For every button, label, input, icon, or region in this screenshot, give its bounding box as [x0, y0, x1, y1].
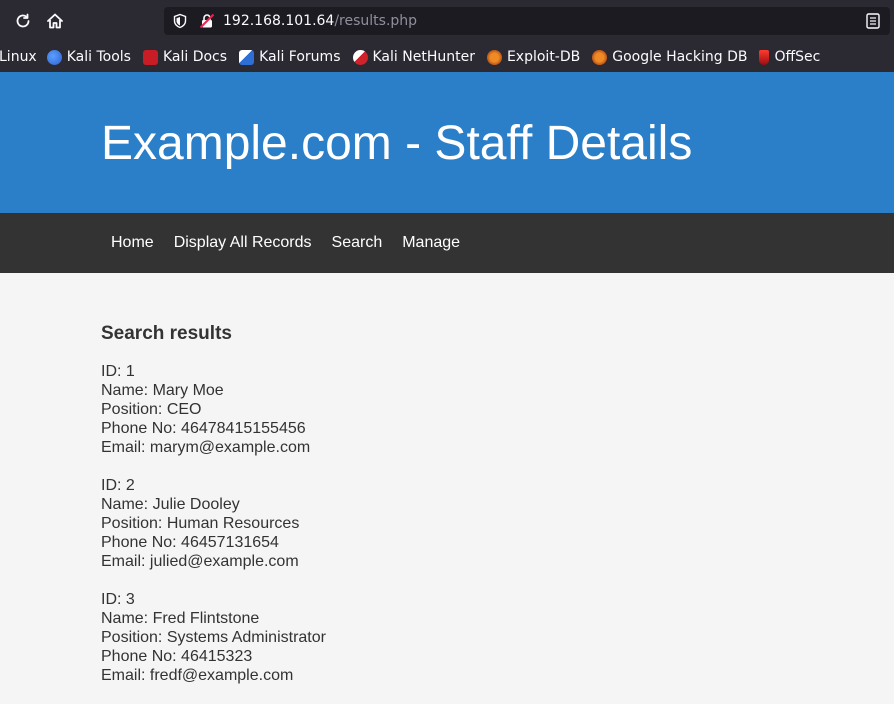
- record-phone: Phone No: 46457131654: [101, 534, 279, 551]
- url-bar[interactable]: 192.168.101.64/results.php: [164, 7, 890, 35]
- shield-icon[interactable]: [172, 13, 188, 29]
- bookmark-kali-tools[interactable]: Kali Tools: [46, 42, 131, 72]
- reload-button[interactable]: [11, 9, 35, 33]
- bookmark-label: Exploit-DB: [506, 49, 581, 65]
- nav-link-search[interactable]: Search: [322, 233, 393, 253]
- nav-link-home[interactable]: Home: [101, 233, 164, 253]
- record-position: Position: Human Resources: [101, 515, 300, 532]
- bookmark-label: Kali Tools: [66, 49, 131, 65]
- bookmark-label: OffSec: [774, 49, 821, 65]
- page-title: Example.com - Staff Details: [101, 117, 693, 170]
- bookmark-linux[interactable]: Linux: [0, 42, 37, 72]
- bookmark-offsec[interactable]: OffSec: [759, 42, 820, 72]
- bookmark-label: Kali NetHunter: [372, 49, 475, 65]
- reader-view-icon[interactable]: [866, 13, 880, 29]
- url-host: 192.168.101.64: [223, 13, 335, 29]
- record-position: Position: CEO: [101, 401, 202, 418]
- bookmark-label: Kali Forums: [259, 49, 341, 65]
- kali-forums-icon: [239, 49, 255, 65]
- record-phone: Phone No: 46415323: [101, 648, 253, 665]
- record-email: Email: fredf@example.com: [101, 667, 294, 684]
- record-position: Position: Systems Administrator: [101, 629, 326, 646]
- bookmark-exploit-db[interactable]: Exploit-DB: [486, 42, 581, 72]
- record-id: ID: 2: [101, 477, 135, 494]
- search-results: Search results ID: 1 Name: Mary Moe Posi…: [101, 322, 801, 704]
- reload-icon: [16, 13, 30, 28]
- record-phone: Phone No: 46478415155456: [101, 420, 306, 437]
- ghdb-icon: [592, 49, 608, 65]
- record-email: Email: julied@example.com: [101, 553, 299, 570]
- record-id: ID: 3: [101, 591, 135, 608]
- kali-docs-icon: [142, 49, 158, 65]
- home-button[interactable]: [43, 9, 67, 33]
- record-email: Email: marym@example.com: [101, 439, 311, 456]
- bookmark-kali-forums[interactable]: Kali Forums: [239, 42, 341, 72]
- main-nav: Home Display All Records Search Manage: [0, 213, 894, 273]
- url-text[interactable]: 192.168.101.64/results.php: [223, 12, 417, 30]
- staff-record: ID: 3 Name: Fred Flintstone Position: Sy…: [101, 590, 801, 685]
- insecure-lock-icon[interactable]: [199, 13, 215, 29]
- record-name: Name: Fred Flintstone: [101, 610, 260, 627]
- record-name: Name: Mary Moe: [101, 382, 224, 399]
- kali-nethunter-icon: [352, 49, 368, 65]
- results-heading: Search results: [101, 323, 232, 344]
- record-name: Name: Julie Dooley: [101, 496, 240, 513]
- staff-record: ID: 2 Name: Julie Dooley Position: Human…: [101, 476, 801, 571]
- bookmark-kali-nethunter[interactable]: Kali NetHunter: [352, 42, 475, 72]
- record-id: ID: 1: [101, 363, 135, 380]
- staff-record: ID: 1 Name: Mary Moe Position: CEO Phone…: [101, 362, 801, 457]
- url-path: /results.php: [334, 13, 418, 29]
- nav-link-manage[interactable]: Manage: [392, 233, 470, 253]
- bookmark-label: Google Hacking DB: [612, 49, 748, 65]
- kali-tools-icon: [46, 49, 62, 65]
- bookmark-kali-docs[interactable]: Kali Docs: [142, 42, 228, 72]
- offsec-icon: [759, 49, 770, 65]
- site-header: Example.com - Staff Details: [0, 72, 894, 213]
- bookmark-google-hacking-db[interactable]: Google Hacking DB: [592, 42, 747, 72]
- bookmark-label: Kali Docs: [162, 49, 228, 65]
- browser-toolbar: 192.168.101.64/results.php: [0, 0, 894, 42]
- bookmark-label: Linux: [0, 49, 37, 65]
- bookmarks-bar: Linux Kali Tools Kali Docs Kali Forums K…: [0, 42, 894, 72]
- nav-link-display-all-records[interactable]: Display All Records: [164, 233, 322, 253]
- exploit-db-icon: [486, 49, 502, 65]
- home-icon: [47, 13, 63, 29]
